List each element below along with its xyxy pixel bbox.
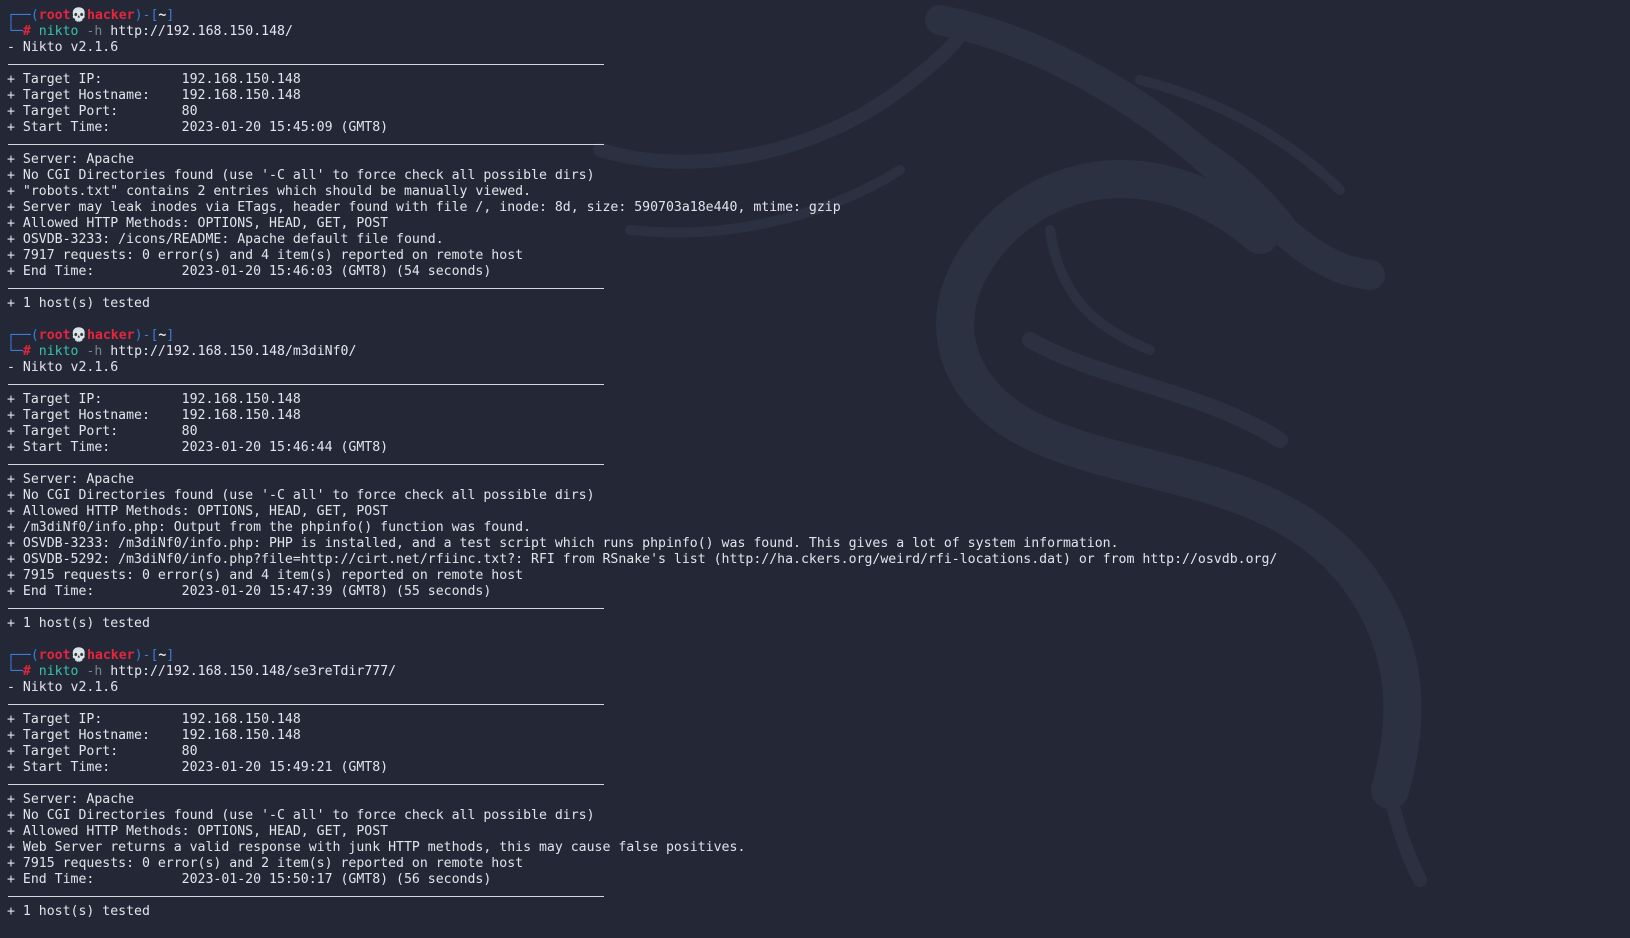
nikto-session-1: ┌──(root💀hacker)-[~] └─# nikto -h http:/… — [7, 8, 1617, 328]
command-name: nikto — [38, 664, 79, 679]
divider — [7, 376, 1617, 392]
finding-line: + /m3diNf0/info.php: Output from the php… — [7, 520, 532, 535]
prompt-host: hacker — [86, 328, 135, 343]
info-line: + Target IP: 192.168.150.148 — [7, 72, 301, 87]
prompt-user: root — [38, 648, 71, 663]
finding-line: + OSVDB-5292: /m3diNf0/info.php?file=htt… — [7, 552, 1278, 567]
info-line: + Target Port: 80 — [7, 424, 198, 439]
prompt-host: hacker — [86, 8, 135, 23]
finding-line: + OSVDB-3233: /m3diNf0/info.php: PHP is … — [7, 536, 1119, 551]
finding-line: + Allowed HTTP Methods: OPTIONS, HEAD, G… — [7, 216, 389, 231]
prompt-line: ┌──(root💀hacker)-[~] — [7, 8, 175, 23]
finding-line: + Server: Apache — [7, 472, 135, 487]
terminal-output: ┌──(root💀hacker)-[~] └─# nikto -h http:/… — [7, 8, 1617, 920]
divider — [7, 600, 1617, 616]
info-line: + Start Time: 2023-01-20 15:46:44 (GMT8) — [7, 440, 389, 455]
version-line: - Nikto v2.1.6 — [7, 360, 119, 375]
finding-line: + Server: Apache — [7, 792, 135, 807]
finding-line: + End Time: 2023-01-20 15:47:39 (GMT8) (… — [7, 584, 492, 599]
prompt-hash: # — [22, 344, 31, 359]
command-flag: -h — [86, 24, 103, 39]
finding-line: + OSVDB-3233: /icons/README: Apache defa… — [7, 232, 444, 247]
command-name: nikto — [38, 24, 79, 39]
command-url: http://192.168.150.148/se3reTdir777/ — [110, 664, 397, 679]
prompt-user: root — [38, 328, 71, 343]
command-flag: -h — [86, 344, 103, 359]
divider — [7, 888, 1617, 904]
prompt-line: ┌──(root💀hacker)-[~] — [7, 648, 175, 663]
finding-line: + Web Server returns a valid response wi… — [7, 840, 746, 855]
terminal-window[interactable]: ┌──(root💀hacker)-[~] └─# nikto -h http:/… — [0, 0, 1630, 938]
finding-line: + Server: Apache — [7, 152, 135, 167]
summary-line: + 1 host(s) tested — [7, 296, 150, 311]
command-url: http://192.168.150.148/m3diNf0/ — [110, 344, 357, 359]
summary-line: + 1 host(s) tested — [7, 616, 150, 631]
finding-line: + End Time: 2023-01-20 15:46:03 (GMT8) (… — [7, 264, 492, 279]
prompt-user: root — [38, 8, 71, 23]
divider — [7, 280, 1617, 296]
skull-icon: 💀 — [70, 648, 87, 663]
divider — [7, 136, 1617, 152]
info-line: + Start Time: 2023-01-20 15:45:09 (GMT8) — [7, 120, 389, 135]
summary-line: + 1 host(s) tested — [7, 904, 150, 919]
info-line: + Start Time: 2023-01-20 15:49:21 (GMT8) — [7, 760, 389, 775]
prompt-hash: # — [22, 664, 31, 679]
finding-line: + No CGI Directories found (use '-C all'… — [7, 488, 595, 503]
command-url: http://192.168.150.148/ — [110, 24, 293, 39]
command-line: └─# nikto -h http://192.168.150.148/se3r… — [7, 664, 397, 679]
finding-line: + 7915 requests: 0 error(s) and 4 item(s… — [7, 568, 524, 583]
skull-icon: 💀 — [70, 328, 87, 343]
info-line: + Target Hostname: 192.168.150.148 — [7, 728, 301, 743]
nikto-session-3: ┌──(root💀hacker)-[~] └─# nikto -h http:/… — [7, 648, 1617, 920]
prompt-host: hacker — [86, 648, 135, 663]
command-line: └─# nikto -h http://192.168.150.148/ — [7, 24, 293, 39]
info-line: + Target Hostname: 192.168.150.148 — [7, 408, 301, 423]
command-name: nikto — [38, 344, 79, 359]
info-line: + Target Hostname: 192.168.150.148 — [7, 88, 301, 103]
divider — [7, 456, 1617, 472]
version-line: - Nikto v2.1.6 — [7, 680, 119, 695]
finding-line: + Server may leak inodes via ETags, head… — [7, 200, 841, 215]
command-flag: -h — [86, 664, 103, 679]
command-line: └─# nikto -h http://192.168.150.148/m3di… — [7, 344, 357, 359]
version-line: - Nikto v2.1.6 — [7, 40, 119, 55]
divider — [7, 696, 1617, 712]
finding-line: + "robots.txt" contains 2 entries which … — [7, 184, 532, 199]
prompt-line: ┌──(root💀hacker)-[~] — [7, 328, 175, 343]
finding-line: + End Time: 2023-01-20 15:50:17 (GMT8) (… — [7, 872, 492, 887]
divider — [7, 56, 1617, 72]
finding-line: + Allowed HTTP Methods: OPTIONS, HEAD, G… — [7, 824, 389, 839]
divider — [7, 776, 1617, 792]
skull-icon: 💀 — [70, 8, 87, 23]
finding-line: + Allowed HTTP Methods: OPTIONS, HEAD, G… — [7, 504, 389, 519]
nikto-session-2: ┌──(root💀hacker)-[~] └─# nikto -h http:/… — [7, 328, 1617, 648]
finding-line: + 7915 requests: 0 error(s) and 2 item(s… — [7, 856, 524, 871]
finding-line: + 7917 requests: 0 error(s) and 4 item(s… — [7, 248, 524, 263]
info-line: + Target Port: 80 — [7, 104, 198, 119]
finding-line: + No CGI Directories found (use '-C all'… — [7, 808, 595, 823]
finding-line: + No CGI Directories found (use '-C all'… — [7, 168, 595, 183]
info-line: + Target IP: 192.168.150.148 — [7, 712, 301, 727]
info-line: + Target IP: 192.168.150.148 — [7, 392, 301, 407]
info-line: + Target Port: 80 — [7, 744, 198, 759]
prompt-hash: # — [22, 24, 31, 39]
